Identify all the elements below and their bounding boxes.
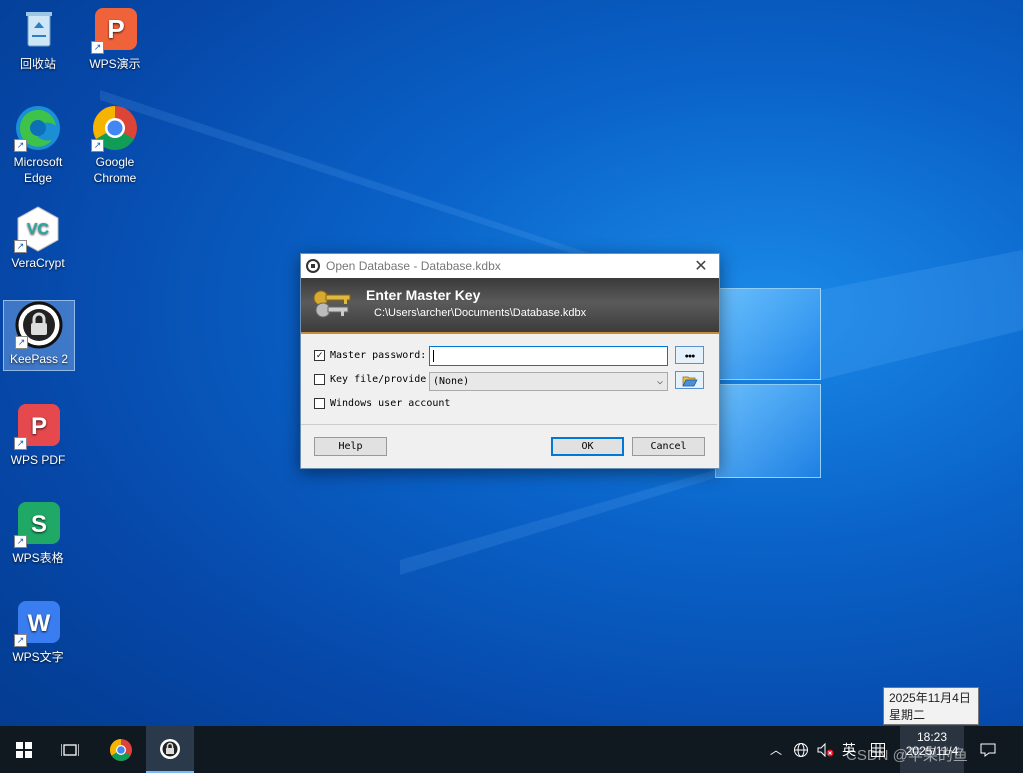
master-password-checkbox[interactable]: ✓ — [314, 350, 325, 361]
desktop-icon-label: WPS文字 — [12, 650, 64, 664]
shortcut-arrow-icon: ↗ — [91, 139, 104, 152]
notification-button[interactable] — [980, 726, 996, 773]
desktop-icon-label: WPS演示 — [89, 57, 141, 71]
edge-icon: ↗ — [14, 104, 62, 152]
desktop-icon-wps-spreadsheet[interactable]: S ↗ WPS表格 — [3, 500, 73, 566]
key-file-select[interactable]: (None) ⌵ — [429, 372, 668, 391]
close-button[interactable]: ✕ — [691, 256, 711, 276]
dialog-titlebar[interactable]: Open Database - Database.kdbx ✕ — [301, 254, 719, 278]
help-button[interactable]: Help — [314, 437, 387, 456]
desktop-icon-wps-writer[interactable]: W ↗ WPS文字 — [3, 599, 73, 665]
desktop-icon-keepass[interactable]: ↗ KeePass 2 — [3, 300, 75, 371]
banner-database-path: C:\Users\archer\Documents\Database.kdbx — [374, 307, 587, 319]
desktop-icon-edge[interactable]: ↗ Microsoft Edge — [3, 104, 73, 186]
svg-text:S: S — [31, 511, 47, 538]
key-file-checkbox[interactable] — [314, 374, 325, 385]
taskbar-chrome[interactable] — [97, 726, 145, 773]
volume-tray[interactable] — [817, 726, 835, 773]
desktop-icon-wps-pdf[interactable]: P ↗ WPS PDF — [3, 402, 73, 468]
start-button[interactable] — [0, 726, 48, 773]
shortcut-arrow-icon: ↗ — [14, 240, 27, 253]
tooltip-date: 2025年11月4日 — [889, 691, 971, 705]
windows-account-label: Windows user account — [330, 398, 451, 409]
desktop-icon-label: WPS表格 — [12, 551, 64, 565]
tooltip-weekday: 星期二 — [889, 708, 926, 722]
wps-pdf-icon: P ↗ — [14, 402, 62, 450]
network-globe-icon — [794, 742, 808, 757]
veracrypt-icon: VC ↗ — [14, 205, 62, 253]
desktop-icon-label: Google Chrome — [93, 155, 137, 185]
taskbar-keepass[interactable] — [146, 726, 194, 773]
chevron-up-icon: ︿ — [770, 743, 783, 757]
desktop-icon-wps-presentation[interactable]: P ↗ WPS演示 — [80, 6, 150, 72]
ok-button[interactable]: OK — [551, 437, 624, 456]
keys-icon — [313, 290, 351, 318]
svg-text:VC: VC — [27, 221, 50, 238]
desktop-icon-chrome[interactable]: ↗ Google Chrome — [80, 104, 150, 186]
wps-presentation-icon: P ↗ — [91, 6, 139, 54]
clock-time: 18:23 — [916, 730, 948, 744]
shortcut-arrow-icon: ↗ — [14, 437, 27, 450]
keepass-icon: ↗ — [15, 301, 63, 349]
key-file-label: Key file/provider: — [330, 374, 426, 385]
text-caret — [433, 350, 434, 362]
keepass-icon — [160, 738, 180, 759]
windows-account-row: Windows user account — [314, 398, 450, 409]
windows-start-icon — [16, 741, 32, 758]
task-view-button[interactable] — [46, 726, 94, 773]
dialog-banner: Enter Master Key C:\Users\archer\Documen… — [301, 278, 719, 334]
svg-text:P: P — [31, 413, 47, 440]
dots-icon: ●●● — [684, 353, 696, 360]
shortcut-arrow-icon: ↗ — [14, 634, 27, 647]
show-hidden-icons-button[interactable]: ︿ — [770, 726, 782, 773]
network-tray[interactable] — [793, 726, 809, 773]
recycle-bin-icon — [14, 6, 62, 54]
key-file-value: (None) — [433, 376, 470, 387]
csdn-watermark: CSDN @苹果的鱼 — [846, 747, 968, 764]
master-password-input[interactable] — [429, 346, 668, 366]
show-password-button[interactable]: ●●● — [675, 346, 704, 364]
desktop-icon-label: VeraCrypt — [11, 256, 65, 270]
master-password-row: ✓ Master password: — [314, 350, 426, 361]
dialog-separator — [301, 424, 717, 425]
svg-text:W: W — [28, 610, 51, 637]
chrome-icon: ↗ — [91, 104, 139, 152]
keepass-lock-icon — [306, 259, 320, 273]
key-file-row: Key file/provider: — [314, 374, 426, 385]
desktop-icon-label: 回收站 — [19, 57, 56, 71]
chevron-down-icon: ⌵ — [656, 376, 663, 387]
desktop-icon-label: KeePass 2 — [9, 352, 69, 366]
desktop-icon-label: Microsoft Edge — [13, 155, 63, 185]
dialog-title: Open Database - Database.kdbx — [326, 259, 501, 273]
shortcut-arrow-icon: ↗ — [15, 336, 28, 349]
shortcut-arrow-icon: ↗ — [91, 41, 104, 54]
open-database-dialog: Open Database - Database.kdbx ✕ Enter Ma… — [300, 253, 720, 469]
folder-open-icon — [681, 376, 698, 387]
desktop-icon-veracrypt[interactable]: VC ↗ VeraCrypt — [3, 205, 73, 271]
windows-logo-wallpaper — [715, 288, 821, 478]
master-password-label: Master password: — [330, 350, 427, 361]
shortcut-arrow-icon: ↗ — [14, 139, 27, 152]
date-tooltip: 2025年11月4日 星期二 — [883, 687, 979, 725]
chrome-icon — [110, 738, 132, 761]
shortcut-arrow-icon: ↗ — [14, 535, 27, 548]
wps-writer-icon: W ↗ — [14, 599, 62, 647]
desktop-icon-label: WPS PDF — [10, 453, 66, 467]
windows-account-checkbox[interactable] — [314, 398, 325, 409]
banner-title: Enter Master Key — [366, 287, 481, 303]
wps-spreadsheet-icon: S ↗ — [14, 500, 62, 548]
volume-muted-icon — [817, 742, 834, 757]
desktop-icon-recycle-bin[interactable]: 回收站 — [3, 6, 73, 72]
cancel-button[interactable]: Cancel — [632, 437, 705, 456]
svg-text:P: P — [107, 14, 124, 44]
notification-icon — [980, 743, 996, 757]
browse-key-file-button[interactable] — [675, 371, 704, 389]
task-view-icon — [61, 743, 79, 756]
